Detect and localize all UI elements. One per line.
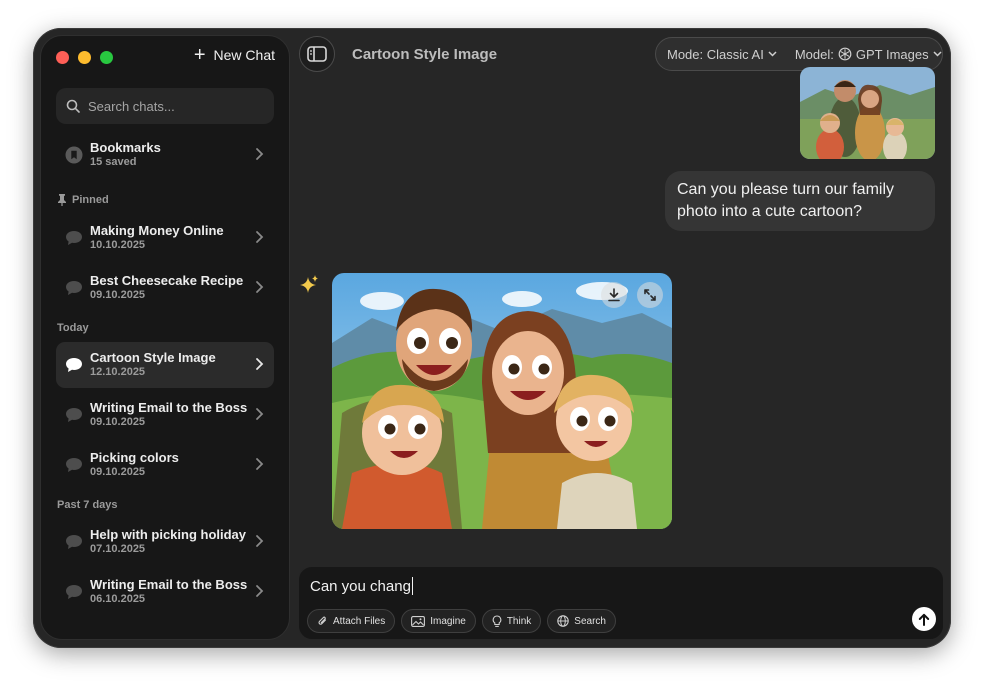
sidebar-item-sub: 15 saved — [90, 156, 137, 168]
mode-selector[interactable]: Mode: Classic AI — [667, 47, 777, 62]
chat-bubble-icon — [64, 278, 84, 298]
mode-model-bar: Mode: Classic AI Model: GPT Images — [655, 37, 943, 71]
chat-bubble-icon — [64, 355, 84, 375]
sidebar-item-chat[interactable]: Help with picking holiday 07.10.2025 — [56, 519, 274, 565]
tool-label: Imagine — [430, 615, 466, 627]
sidebar-item-label: Bookmarks — [90, 140, 161, 155]
sidebar-item-chat[interactable]: Writing Email to the Boss 09.10.2025 — [56, 392, 274, 438]
chevron-right-icon — [256, 408, 264, 420]
sidebar-item-label: Best Cheesecake Recipe — [90, 273, 244, 288]
user-uploaded-photo[interactable] — [800, 67, 935, 159]
sidebar: + New Chat Bookmarks 15 saved Pinned Mak… — [40, 35, 290, 640]
sidebar-item-date: 09.10.2025 — [90, 416, 146, 428]
chevron-right-icon — [256, 535, 264, 547]
lightbulb-icon — [492, 614, 502, 627]
sidebar-item-date: 10.10.2025 — [90, 239, 146, 251]
chevron-down-icon — [933, 51, 942, 57]
sparkle-icon — [300, 275, 318, 293]
tool-label: Think — [506, 615, 532, 627]
chevron-right-icon — [256, 358, 264, 370]
search-web-button[interactable]: Search — [547, 609, 616, 633]
new-chat-button[interactable]: + New Chat — [194, 45, 275, 65]
section-today: Today — [57, 322, 89, 334]
sidebar-item-chat-active[interactable]: Cartoon Style Image 12.10.2025 — [56, 342, 274, 388]
minimize-window-button[interactable] — [78, 51, 91, 64]
user-message-text: Can you please turn our family photo int… — [677, 181, 894, 220]
message-input-value: Can you chang — [310, 577, 411, 595]
text-caret — [411, 577, 413, 595]
download-icon — [608, 288, 620, 302]
message-input[interactable]: Can you chang — [310, 577, 413, 595]
chevron-right-icon — [256, 148, 264, 160]
image-icon — [411, 615, 426, 627]
search-box[interactable] — [56, 88, 274, 124]
search-input[interactable] — [88, 98, 258, 114]
chevron-right-icon — [256, 231, 264, 243]
generated-cartoon-image[interactable] — [332, 273, 672, 529]
sidebar-item-bookmarks[interactable]: Bookmarks 15 saved — [56, 132, 274, 178]
sidebar-item-label: Help with picking holiday — [90, 527, 247, 542]
sidebar-item-date: 09.10.2025 — [90, 289, 146, 301]
composer-tools: Attach Files Imagine Think Search — [307, 609, 616, 633]
bookmark-icon — [64, 145, 84, 165]
think-button[interactable]: Think — [481, 609, 542, 633]
sidebar-item-label: Cartoon Style Image — [90, 350, 216, 365]
mode-label: Mode: Classic AI — [667, 46, 764, 62]
chat-bubble-icon — [64, 582, 84, 602]
paperclip-icon — [318, 616, 327, 625]
new-chat-label: New Chat — [213, 47, 275, 63]
pin-icon — [58, 194, 66, 206]
attach-files-button[interactable]: Attach Files — [307, 609, 396, 633]
section-pinned: Pinned — [57, 194, 109, 206]
chevron-right-icon — [256, 585, 264, 597]
model-label: Model: — [794, 46, 834, 62]
tool-label: Attach Files — [333, 615, 386, 627]
send-button[interactable] — [912, 607, 936, 631]
globe-icon — [557, 615, 570, 627]
sidebar-item-label: Writing Email to the Boss — [90, 400, 248, 415]
sidebar-item-date: 09.10.2025 — [90, 466, 146, 478]
section-past-7-days: Past 7 days — [57, 499, 118, 511]
sidebar-item-date: 12.10.2025 — [90, 366, 146, 378]
sidebar-icon — [307, 46, 327, 62]
message-composer[interactable]: Can you chang Attach Files Imagine Think… — [298, 566, 944, 640]
model-selector[interactable]: Model: GPT Images — [795, 47, 942, 62]
openai-logo-icon — [838, 47, 852, 61]
section-label: Today — [57, 322, 89, 334]
section-label: Pinned — [72, 194, 109, 206]
page-title: Cartoon Style Image — [352, 46, 498, 63]
chevron-right-icon — [256, 281, 264, 293]
expand-button[interactable] — [637, 282, 663, 308]
sidebar-item-date: 07.10.2025 — [90, 543, 146, 555]
sidebar-item-date: 06.10.2025 — [90, 593, 146, 605]
window-controls — [56, 51, 113, 64]
chevron-down-icon — [768, 51, 777, 57]
sidebar-item-chat[interactable]: Making Money Online 10.10.2025 — [56, 215, 274, 261]
expand-icon — [644, 289, 656, 301]
plus-icon: + — [193, 44, 206, 66]
sidebar-item-label: Writing Email to the Boss — [90, 577, 248, 592]
sidebar-toggle-button[interactable] — [299, 36, 335, 72]
app-window: + New Chat Bookmarks 15 saved Pinned Mak… — [33, 28, 951, 648]
sidebar-item-chat[interactable]: Writing Email to the Boss 06.10.2025 — [56, 569, 274, 615]
arrow-up-icon — [918, 613, 930, 626]
sidebar-item-chat[interactable]: Picking colors 09.10.2025 — [56, 442, 274, 488]
search-icon — [66, 99, 80, 113]
sidebar-item-label: Making Money Online — [90, 223, 224, 238]
chat-bubble-icon — [64, 405, 84, 425]
chat-bubble-icon — [64, 532, 84, 552]
sidebar-item-chat[interactable]: Best Cheesecake Recipe 09.10.2025 — [56, 265, 274, 311]
close-window-button[interactable] — [56, 51, 69, 64]
maximize-window-button[interactable] — [100, 51, 113, 64]
sidebar-item-label: Picking colors — [90, 450, 179, 465]
chevron-right-icon — [256, 458, 264, 470]
model-value: GPT Images — [855, 46, 929, 62]
section-label: Past 7 days — [57, 499, 118, 511]
download-button[interactable] — [601, 282, 627, 308]
user-message-bubble: Can you please turn our family photo int… — [665, 171, 935, 231]
chat-bubble-icon — [64, 455, 84, 475]
imagine-button[interactable]: Imagine — [401, 609, 476, 633]
tool-label: Search — [574, 615, 606, 627]
chat-bubble-icon — [64, 228, 84, 248]
